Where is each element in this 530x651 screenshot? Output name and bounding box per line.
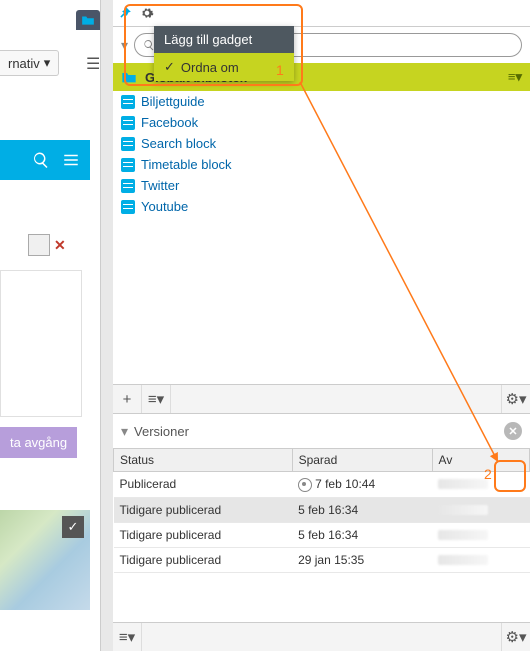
form-panel [0,270,82,417]
context-menu-icon[interactable]: ≡▾ [508,69,522,85]
block-icon [121,137,135,151]
col-status[interactable]: Status [114,449,293,472]
map-preview: ✓ [0,510,90,610]
collapse-chevron-icon[interactable]: ▾ [121,423,128,440]
table-row[interactable]: Tidigare publicerad5 feb 16:34 [114,522,530,547]
table-row[interactable]: Tidigare publicerad5 feb 16:34 [114,497,530,522]
annotation-number-1: 1 [276,62,284,78]
cell-saved: 5 feb 16:34 [292,497,432,522]
cell-by [432,497,529,522]
cell-status: Tidigare publicerad [114,547,293,572]
redacted-user [438,505,488,515]
annotation-number-2: 2 [484,466,492,482]
block-label: Timetable block [141,157,232,172]
folder-tab[interactable] [76,10,100,30]
block-icon [121,95,135,109]
block-label: Youtube [141,199,188,214]
hamburger-icon[interactable] [62,151,80,169]
cyan-toolbar [0,140,90,180]
folder-icon [121,70,137,84]
block-icon [121,179,135,193]
block-list-item[interactable]: Biljettguide [113,91,530,112]
block-icon [121,116,135,130]
versions-header: ▾ Versioner ✕ [113,414,530,448]
block-label: Biljettguide [141,94,205,109]
redacted-user [438,479,488,489]
menu-item-label: Lägg till gadget [164,32,252,47]
thumbnail-row: ✕ [28,234,66,256]
col-saved[interactable]: Sparad [292,449,432,472]
redacted-user [438,555,488,565]
block-list-item[interactable]: Twitter [113,175,530,196]
menu-item-label: Ordna om [181,60,239,75]
next-departure-button[interactable]: ta avgång [0,427,77,458]
pin-icon[interactable] [115,3,135,23]
gear-dropdown-menu: Lägg till gadget ✓ Ordna om [154,26,294,81]
block-icon [121,200,135,214]
chevron-down-icon: ▾ [44,55,51,71]
block-icon [121,158,135,172]
block-list-item[interactable]: Facebook [113,112,530,133]
cell-by [432,472,529,498]
cell-saved: 5 feb 16:34 [292,522,432,547]
settings-button[interactable]: ⚙▾ [501,623,530,651]
list-menu-button[interactable]: ≡▾ [113,623,142,651]
cell-status: Tidigare publicerad [114,497,293,522]
left-partial-panel: rnativ ▾ ☰ ✕ ta avgång ✓ [0,0,101,651]
collapse-chevron-icon[interactable]: ▾ [121,37,128,54]
block-label: Twitter [141,178,179,193]
panel-header [113,0,530,27]
add-button[interactable]: + [113,385,142,413]
cell-status: Publicerad [114,472,293,498]
block-list-item[interactable]: Timetable block [113,154,530,175]
cell-status: Tidigare publicerad [114,522,293,547]
thumbnail-placeholder [28,234,50,256]
cell-saved: 7 feb 10:44 [292,472,432,498]
table-row[interactable]: Publicerad7 feb 10:44 [114,472,530,498]
settings-button[interactable]: ⚙▾ [501,385,530,413]
versions-toolbar: ≡▾ ⚙▾ [113,622,530,651]
menu-item-add-gadget[interactable]: Lägg till gadget [154,26,294,53]
redacted-user [438,530,488,540]
block-label: Search block [141,136,216,151]
alternativ-label: rnativ [8,56,40,71]
gear-icon[interactable] [137,3,157,23]
versions-title: Versioner [134,424,189,439]
cell-by [432,522,529,547]
cell-saved: 29 jan 15:35 [292,547,432,572]
block-label: Facebook [141,115,198,130]
gadget-panel: ▾ Globalt bibliotek ≡▾ BiljettguideFaceb… [113,0,530,651]
menu-item-rearrange[interactable]: ✓ Ordna om [154,53,294,81]
block-list-item[interactable]: Youtube [113,196,530,217]
block-list: Biljettguide Facebook Search block Timetabl… [113,91,530,384]
search-icon[interactable] [32,151,50,169]
map-select-check-icon[interactable]: ✓ [62,516,84,538]
versions-table: Status Sparad Av Publicerad7 feb 10:44Ti… [113,448,530,573]
published-icon [298,478,312,492]
list-menu-button[interactable]: ≡▾ [142,385,171,413]
close-icon[interactable]: ✕ [504,422,522,440]
alternativ-dropdown[interactable]: rnativ ▾ [0,50,59,76]
table-row[interactable]: Tidigare publicerad29 jan 15:35 [114,547,530,572]
check-icon: ✓ [164,59,175,75]
col-by[interactable]: Av [432,449,529,472]
remove-icon[interactable]: ✕ [54,237,66,254]
library-toolbar: + ≡▾ ⚙▾ [113,384,530,414]
cell-by [432,547,529,572]
block-list-item[interactable]: Search block [113,133,530,154]
list-view-icon[interactable]: ☰ [86,54,100,74]
